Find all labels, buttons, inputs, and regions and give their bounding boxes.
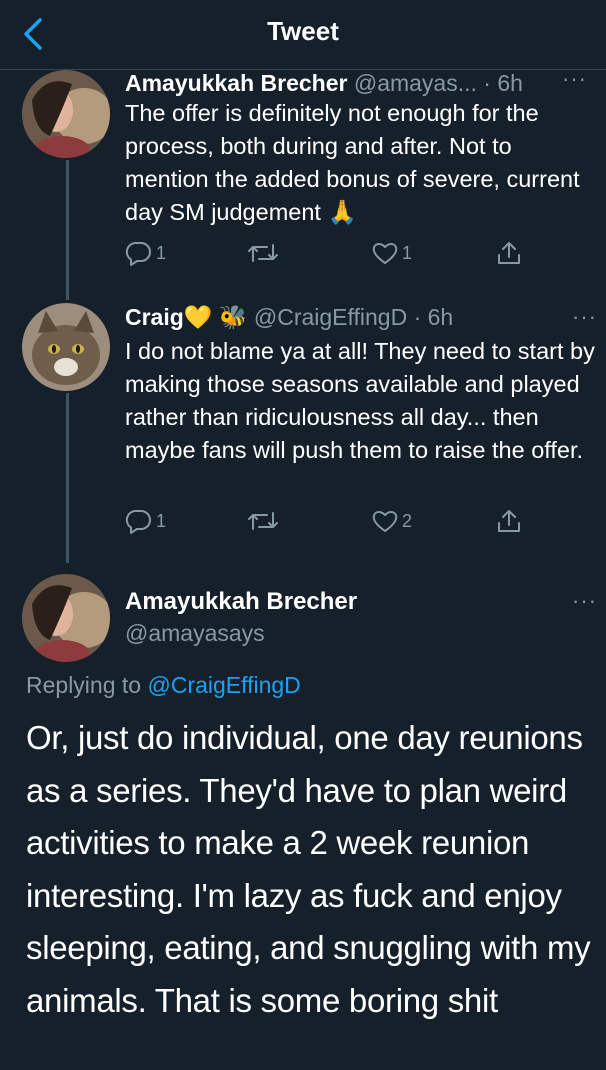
share-button[interactable] <box>495 507 523 535</box>
share-icon <box>498 242 520 264</box>
share-button[interactable] <box>495 239 523 267</box>
avatar[interactable] <box>22 574 110 662</box>
top-bar: Tweet <box>0 0 606 70</box>
share-icon <box>498 510 520 532</box>
replying-to-link[interactable]: @CraigEffingD <box>147 672 300 698</box>
more-options-icon[interactable]: ··· <box>562 66 587 92</box>
reply-count: 1 <box>156 510 167 531</box>
tweet-time: · 6h <box>413 304 454 330</box>
reply-icon <box>125 509 151 534</box>
like-count: 2 <box>402 510 413 531</box>
author-name[interactable]: Craig💛 🐝 <box>125 304 247 330</box>
reply-button[interactable]: 1 <box>125 239 166 267</box>
retweet-button[interactable] <box>247 507 282 535</box>
page-title: Tweet <box>267 16 339 46</box>
thread-line <box>66 160 69 300</box>
more-options-icon[interactable]: ··· <box>572 304 597 330</box>
like-count: 1 <box>402 242 413 263</box>
author-name[interactable]: Amayukkah Brecher <box>125 70 347 96</box>
tweet-time: · 6h <box>483 70 523 96</box>
reply-count: 1 <box>156 242 167 263</box>
avatar[interactable] <box>22 303 110 391</box>
replying-prefix: Replying to <box>26 672 142 698</box>
author-handle[interactable]: @CraigEffingD <box>254 304 407 330</box>
retweet-button[interactable] <box>247 239 282 267</box>
retweet-icon <box>248 512 278 530</box>
more-options-icon[interactable]: ··· <box>572 588 597 614</box>
heart-icon <box>372 511 398 532</box>
reply-icon <box>125 241 151 266</box>
replying-to-line: Replying to @CraigEffingD <box>26 672 301 699</box>
like-button[interactable]: 2 <box>371 507 412 535</box>
thread-line <box>66 393 69 563</box>
heart-icon <box>372 243 398 264</box>
avatar[interactable] <box>22 70 110 158</box>
tweet-text: The offer is definitely not enough for t… <box>125 100 580 225</box>
author-handle[interactable]: @amayas... <box>354 70 477 96</box>
author-handle[interactable]: @amayasays <box>125 620 265 647</box>
retweet-icon <box>248 244 278 262</box>
reply-button[interactable]: 1 <box>125 507 166 535</box>
like-button[interactable]: 1 <box>371 239 412 267</box>
author-name[interactable]: Amayukkah Brecher <box>125 588 357 616</box>
main-tweet-text: Or, just do individual, one day reunions… <box>26 719 591 1019</box>
tweet-text: I do not blame ya at all! They need to s… <box>125 338 595 463</box>
tweet-actions: 1 1 <box>125 239 545 275</box>
tweet-actions: 1 2 <box>125 507 545 543</box>
